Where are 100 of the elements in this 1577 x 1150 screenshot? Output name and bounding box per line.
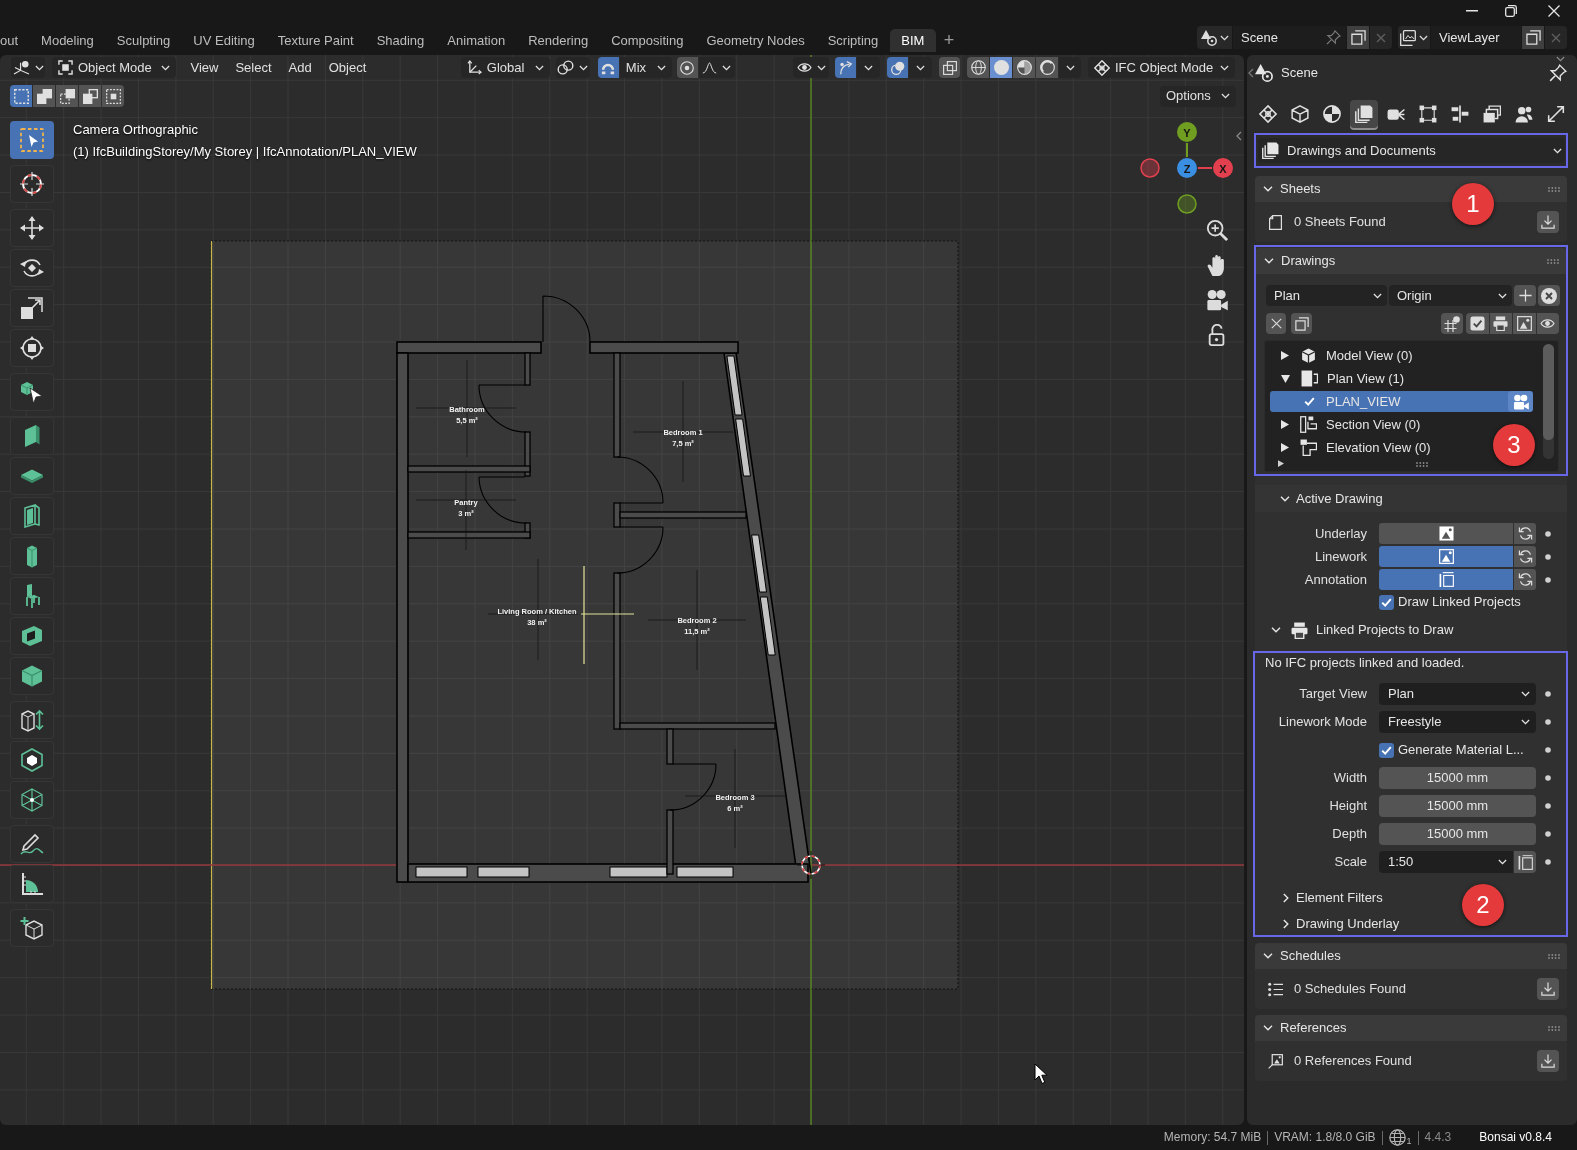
chevron-icon[interactable] — [1248, 68, 1254, 78]
download-button[interactable] — [1537, 978, 1559, 1000]
dropdown[interactable]: Freestyle — [1379, 711, 1536, 733]
scene-browse-button[interactable] — [1197, 26, 1232, 49]
scale-options-button[interactable] — [1514, 851, 1536, 873]
print-button[interactable] — [1489, 313, 1512, 334]
tree-item[interactable]: Model View (0) — [1264, 344, 1417, 367]
download-button[interactable] — [1537, 1050, 1559, 1072]
add-button[interactable] — [1514, 285, 1536, 306]
number-field[interactable]: 15000 mm — [1379, 823, 1536, 845]
decorator-dot-icon[interactable] — [1545, 530, 1551, 537]
workspace-tab[interactable]: out — [0, 29, 30, 52]
decorator-dot-icon[interactable] — [1545, 576, 1551, 583]
tool-button[interactable] — [10, 701, 54, 739]
decorator-dot-icon[interactable] — [1545, 691, 1551, 697]
duplicate-button[interactable] — [1291, 313, 1312, 334]
zoom-icon[interactable] — [1206, 219, 1228, 241]
editor-type-button[interactable] — [11, 57, 45, 78]
grip-icon[interactable] — [1548, 953, 1560, 959]
tool-button[interactable] — [10, 165, 54, 203]
menu-item[interactable]: View — [182, 57, 227, 78]
dropdown[interactable]: 1:50 — [1379, 851, 1513, 873]
camera-button[interactable] — [1508, 391, 1533, 412]
tool-button[interactable] — [10, 741, 54, 779]
camera-icon[interactable] — [1206, 289, 1228, 311]
tool-button[interactable] — [10, 329, 54, 367]
workspace-tab[interactable]: Rendering — [516, 29, 600, 52]
tool-button[interactable] — [10, 209, 54, 247]
workspace-tab[interactable]: Sculpting — [105, 29, 182, 52]
grip-icon[interactable] — [1547, 258, 1559, 264]
shading-mode-button[interactable] — [1013, 57, 1035, 78]
tool-button[interactable] — [10, 537, 54, 575]
panel-header[interactable]: Schedules — [1255, 943, 1567, 969]
gizmo-toggle-button[interactable] — [835, 57, 856, 78]
mode-dropdown[interactable]: Object Mode — [52, 57, 176, 78]
ifc-mode-dropdown[interactable]: IFC Object Mode — [1088, 57, 1235, 78]
overlay-toggle-button[interactable] — [887, 57, 908, 78]
shading-mode-button[interactable] — [1036, 57, 1058, 78]
scene-name-field[interactable]: Scene — [1233, 26, 1346, 49]
workspace-tab[interactable]: Modeling — [29, 29, 106, 52]
subpanel-header[interactable]: Element Filters — [1255, 886, 1387, 910]
tool-button[interactable] — [10, 289, 54, 327]
workspace-tab[interactable]: Texture Paint — [266, 29, 366, 52]
gizmo-dropdown[interactable] — [857, 57, 880, 78]
menu-item[interactable]: Object — [320, 57, 375, 78]
menu-item[interactable]: Add — [280, 57, 321, 78]
layer-toggle-button[interactable] — [1379, 569, 1513, 590]
falloff-dropdown[interactable] — [698, 57, 735, 78]
selection-mode-button[interactable] — [102, 85, 124, 107]
decorator-dot-icon[interactable] — [1545, 803, 1551, 809]
tool-button[interactable] — [10, 657, 54, 695]
workspace-tab[interactable]: Animation — [435, 29, 517, 52]
tree-item[interactable]: PLAN_VIEW — [1270, 391, 1533, 412]
preview-button[interactable] — [1536, 313, 1559, 334]
tool-button[interactable] — [10, 249, 54, 287]
decorator-dot-icon[interactable] — [1545, 859, 1551, 865]
subpanel-header[interactable]: Active Drawing — [1255, 485, 1567, 512]
layer-toggle-button[interactable] — [1379, 546, 1513, 567]
category-dropdown[interactable]: Drawings and Documents — [1258, 138, 1565, 163]
tree-item[interactable]: Plan View (1) — [1264, 367, 1409, 390]
pivot-point-dropdown[interactable] — [555, 57, 590, 78]
workspace-tab[interactable]: BIM — [889, 29, 936, 52]
drawing-type-dropdown[interactable]: Plan — [1266, 285, 1387, 306]
tool-button[interactable] — [10, 909, 54, 947]
orientation-dropdown[interactable]: Global — [460, 57, 550, 78]
shading-dropdown[interactable] — [1059, 57, 1081, 78]
visibility-dropdown[interactable] — [793, 57, 829, 78]
chevron-icon[interactable] — [1236, 131, 1242, 141]
checkbox[interactable] — [1379, 594, 1394, 610]
tool-button[interactable] — [10, 865, 54, 903]
view-layer-name-field[interactable]: ViewLayer — [1431, 26, 1521, 49]
decorator-dot-icon[interactable] — [1545, 719, 1551, 725]
tool-button[interactable] — [10, 497, 54, 535]
subpanel-header[interactable]: Linked Projects to Draw — [1255, 617, 1567, 643]
tool-button[interactable] — [10, 781, 54, 819]
panel-header[interactable]: Drawings — [1256, 248, 1566, 274]
tool-button[interactable] — [10, 617, 54, 655]
refresh-button[interactable] — [1514, 546, 1536, 567]
decorator-dot-icon[interactable] — [1545, 775, 1551, 781]
shading-mode-button[interactable] — [967, 57, 989, 78]
disclosure-triangle-icon[interactable] — [1281, 374, 1290, 383]
selection-mode-button[interactable] — [79, 85, 101, 107]
tool-button[interactable] — [10, 457, 54, 495]
workspace-tab[interactable]: Shading — [365, 29, 436, 52]
selection-mode-button[interactable] — [33, 85, 55, 107]
duplicate-button[interactable] — [1347, 26, 1369, 49]
selection-mode-button[interactable] — [10, 85, 32, 107]
workspace-tab[interactable]: Scripting — [816, 29, 890, 52]
decorator-dot-icon[interactable] — [1545, 553, 1551, 560]
snap-target-dropdown[interactable]: Mix — [619, 57, 672, 78]
dropdown[interactable]: Plan — [1379, 683, 1536, 705]
refresh-button[interactable] — [1514, 569, 1536, 590]
xray-toggle-button[interactable] — [939, 57, 960, 78]
tool-button[interactable] — [10, 825, 54, 863]
axis-handle[interactable] — [1213, 158, 1233, 178]
tree-item[interactable]: Section View (0) — [1264, 413, 1425, 436]
menu-item[interactable]: Select — [226, 57, 281, 78]
duplicate-button[interactable] — [1522, 26, 1544, 49]
select-all-button[interactable] — [1466, 313, 1489, 334]
number-field[interactable]: 15000 mm — [1379, 767, 1536, 789]
